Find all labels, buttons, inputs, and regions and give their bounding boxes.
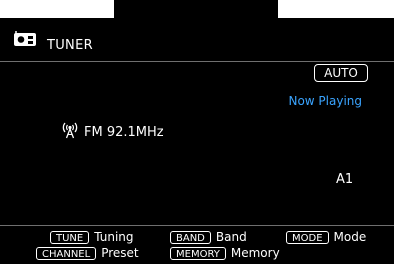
tuner-screen: TUNER AUTO Now Playing FM 92.1MHz A1 TUN… [0, 0, 394, 264]
memory-label: Memory [230, 246, 280, 260]
legend-memory[interactable]: MEMORY Memory [170, 247, 280, 260]
station-frequency: FM 92.1MHz [84, 125, 164, 140]
memory-key: MEMORY [170, 247, 226, 260]
legend-mode[interactable]: MODE Mode [286, 231, 366, 244]
channel-key: CHANNEL [36, 247, 97, 260]
preset-number: A1 [336, 172, 354, 187]
divider-bottom [0, 225, 394, 226]
channel-label: Preset [101, 246, 139, 260]
source-title: TUNER [47, 38, 93, 53]
legend-row-2: CHANNEL Preset MEMORY Memory [0, 247, 394, 262]
tune-key: TUNE [50, 231, 90, 244]
top-notch [114, 0, 278, 18]
band-key: BAND [170, 231, 211, 244]
legend-channel[interactable]: CHANNEL Preset [36, 247, 139, 260]
legend-row-1: TUNE Tuning BAND Band MODE Mode [0, 231, 394, 246]
mode-key: MODE [286, 231, 329, 244]
band-label: Band [215, 230, 247, 244]
mode-label: Mode [333, 230, 367, 244]
radio-icon [14, 31, 36, 46]
antenna-icon [62, 122, 78, 139]
mode-badge: AUTO [314, 64, 368, 82]
now-playing-label[interactable]: Now Playing [288, 94, 362, 108]
legend-band[interactable]: BAND Band [170, 231, 247, 244]
divider-top [0, 61, 394, 62]
tune-label: Tuning [94, 230, 134, 244]
legend-tune[interactable]: TUNE Tuning [50, 231, 134, 244]
